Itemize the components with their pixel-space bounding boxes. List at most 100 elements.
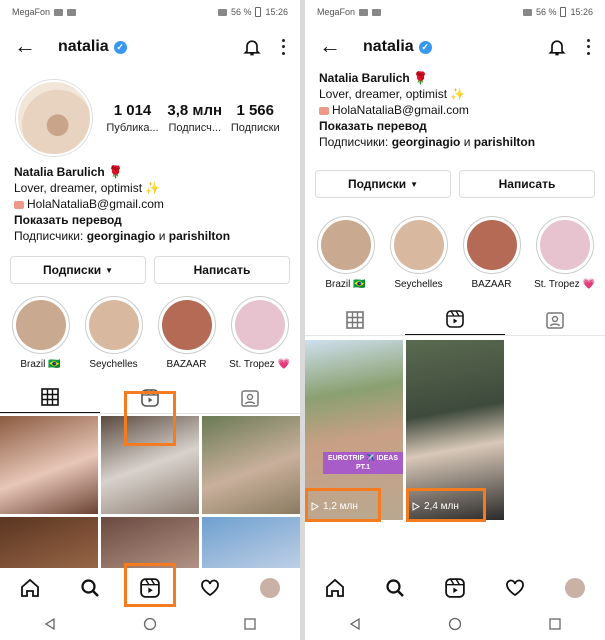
highlight-label: St. Tropez 💗 <box>229 359 290 370</box>
verified-badge-icon: ✓ <box>113 40 127 54</box>
followed-by-prefix: Подписчики: <box>319 135 392 149</box>
more-options-icon[interactable] <box>585 37 591 57</box>
search-icon[interactable] <box>80 578 100 598</box>
stat-posts-label: Публика... <box>106 122 159 134</box>
tab-posts-grid[interactable] <box>305 304 405 335</box>
profile-header: ← natalia ✓ <box>305 24 605 70</box>
tab-posts-grid[interactable] <box>0 382 100 413</box>
stat-followers[interactable]: 3,8 млн Подписч... <box>167 102 222 134</box>
stat-followers-label: Подписч... <box>168 122 222 134</box>
profile-actions: Подписки ▼ Написать <box>305 170 605 198</box>
followed-by[interactable]: Подписчики: georginagio и parishilton <box>14 228 286 244</box>
highlight-brazil[interactable]: Brazil 🇧🇷 <box>312 216 380 290</box>
profile-username: natalia ✓ <box>58 38 127 56</box>
bell-icon[interactable] <box>547 37 567 57</box>
highlight-label: BAZAAR <box>471 279 512 290</box>
bell-icon[interactable] <box>242 37 262 57</box>
show-translation-link[interactable]: Показать перевод <box>14 212 286 228</box>
heart-icon[interactable] <box>200 578 220 598</box>
message-button[interactable]: Написать <box>154 256 290 284</box>
system-navigation <box>305 608 605 640</box>
following-button-label: Подписки <box>347 177 407 191</box>
search-icon[interactable] <box>385 578 405 598</box>
profile-actions: Подписки ▼ Написать <box>0 256 300 284</box>
profile-nav-avatar[interactable] <box>260 578 280 598</box>
show-translation-link[interactable]: Показать перевод <box>319 118 591 134</box>
system-recents-icon[interactable] <box>243 617 257 631</box>
bio-email[interactable]: HolaNataliaB@gmail.com <box>332 103 469 117</box>
profile-tabs <box>305 304 605 336</box>
profile-bio: Natalia Barulich 🌹 Lover, dreamer, optim… <box>305 70 605 150</box>
profile-avatar[interactable] <box>16 80 92 156</box>
message-button-label: Написать <box>193 263 251 277</box>
back-arrow-icon[interactable]: ← <box>14 35 38 59</box>
following-button-label: Подписки <box>42 263 102 277</box>
home-icon[interactable] <box>325 578 345 598</box>
followed-by[interactable]: Подписчики: georginagio и parishilton <box>319 134 591 150</box>
post-thumbnail[interactable] <box>0 416 98 514</box>
followed-by-and: и <box>155 229 169 243</box>
highlight-seychelles[interactable]: Seychelles <box>80 296 148 370</box>
highlight-label: Seychelles <box>89 359 138 370</box>
system-back-icon[interactable] <box>43 617 57 631</box>
clock-label: 15:26 <box>265 7 288 17</box>
system-recents-icon[interactable] <box>548 617 562 631</box>
follower-name-1: georginagio <box>391 135 461 149</box>
love-letter-icon <box>14 200 24 209</box>
highlight-bazaar[interactable]: BAZAAR <box>458 216 526 290</box>
follower-name-2: parishilton <box>473 135 536 149</box>
views-highlight-box <box>305 488 381 522</box>
stat-following[interactable]: 1 566 Подписки <box>231 102 280 134</box>
highlight-st-tropez[interactable]: St. Tropez 💗 <box>226 296 294 370</box>
verified-badge-icon: ✓ <box>418 40 432 54</box>
bio-email[interactable]: HolaNataliaB@gmail.com <box>27 197 164 211</box>
tab-tagged[interactable] <box>200 382 300 413</box>
highlight-cover <box>320 220 371 270</box>
highlight-seychelles[interactable]: Seychelles <box>385 216 453 290</box>
carrier-label: MegaFon <box>12 7 51 17</box>
profile-header: ← natalia ✓ <box>0 24 300 70</box>
following-button[interactable]: Подписки ▼ <box>315 170 451 198</box>
highlight-st-tropez[interactable]: St. Tropez 💗 <box>531 216 599 290</box>
system-home-icon[interactable] <box>143 617 157 631</box>
nfc-icon <box>522 8 532 16</box>
stat-posts[interactable]: 1 014 Публика... <box>106 102 158 134</box>
rose-icon: 🌹 <box>108 165 123 179</box>
highlight-bazaar[interactable]: BAZAAR <box>153 296 221 370</box>
highlight-brazil[interactable]: Brazil 🇧🇷 <box>7 296 75 370</box>
back-arrow-icon[interactable]: ← <box>319 35 343 59</box>
full-name: Natalia Barulich <box>14 165 105 179</box>
more-options-icon[interactable] <box>280 37 286 57</box>
tab-reels[interactable] <box>405 304 505 335</box>
tab-tagged[interactable] <box>505 304 605 335</box>
views-highlight-box <box>406 488 486 522</box>
battery-label: 56 % <box>535 7 557 17</box>
following-button[interactable]: Подписки ▼ <box>10 256 146 284</box>
highlight-cover <box>466 220 517 270</box>
chevron-down-icon: ▼ <box>410 179 419 189</box>
profile-stats: 1 014 Публика... 3,8 млн Подписч... 1 56… <box>102 102 284 134</box>
post-thumbnail[interactable] <box>202 416 300 514</box>
profile-nav-avatar[interactable] <box>565 578 585 598</box>
bio-line: Lover, dreamer, optimist <box>319 87 448 101</box>
tagged-person-icon <box>546 311 564 329</box>
username-label: natalia <box>58 38 109 55</box>
message-button[interactable]: Написать <box>459 170 595 198</box>
reels-nav-icon[interactable] <box>445 578 465 598</box>
heart-icon[interactable] <box>505 578 525 598</box>
highlight-cover <box>161 300 212 350</box>
system-home-icon[interactable] <box>448 617 462 631</box>
sparkle-icon: ✨ <box>450 87 466 101</box>
system-navigation <box>0 608 300 640</box>
reels-nav-highlight-box <box>124 563 176 607</box>
home-icon[interactable] <box>20 578 40 598</box>
highlight-cover <box>393 220 444 270</box>
clock-label: 15:26 <box>570 7 593 17</box>
stat-following-value: 1 566 <box>236 102 274 119</box>
highlight-label: Brazil 🇧🇷 <box>325 279 366 290</box>
followed-by-prefix: Подписчики: <box>14 229 87 243</box>
rose-icon: 🌹 <box>413 71 428 85</box>
nfc-icon <box>217 8 227 16</box>
system-back-icon[interactable] <box>348 617 362 631</box>
chevron-down-icon: ▼ <box>105 265 114 275</box>
